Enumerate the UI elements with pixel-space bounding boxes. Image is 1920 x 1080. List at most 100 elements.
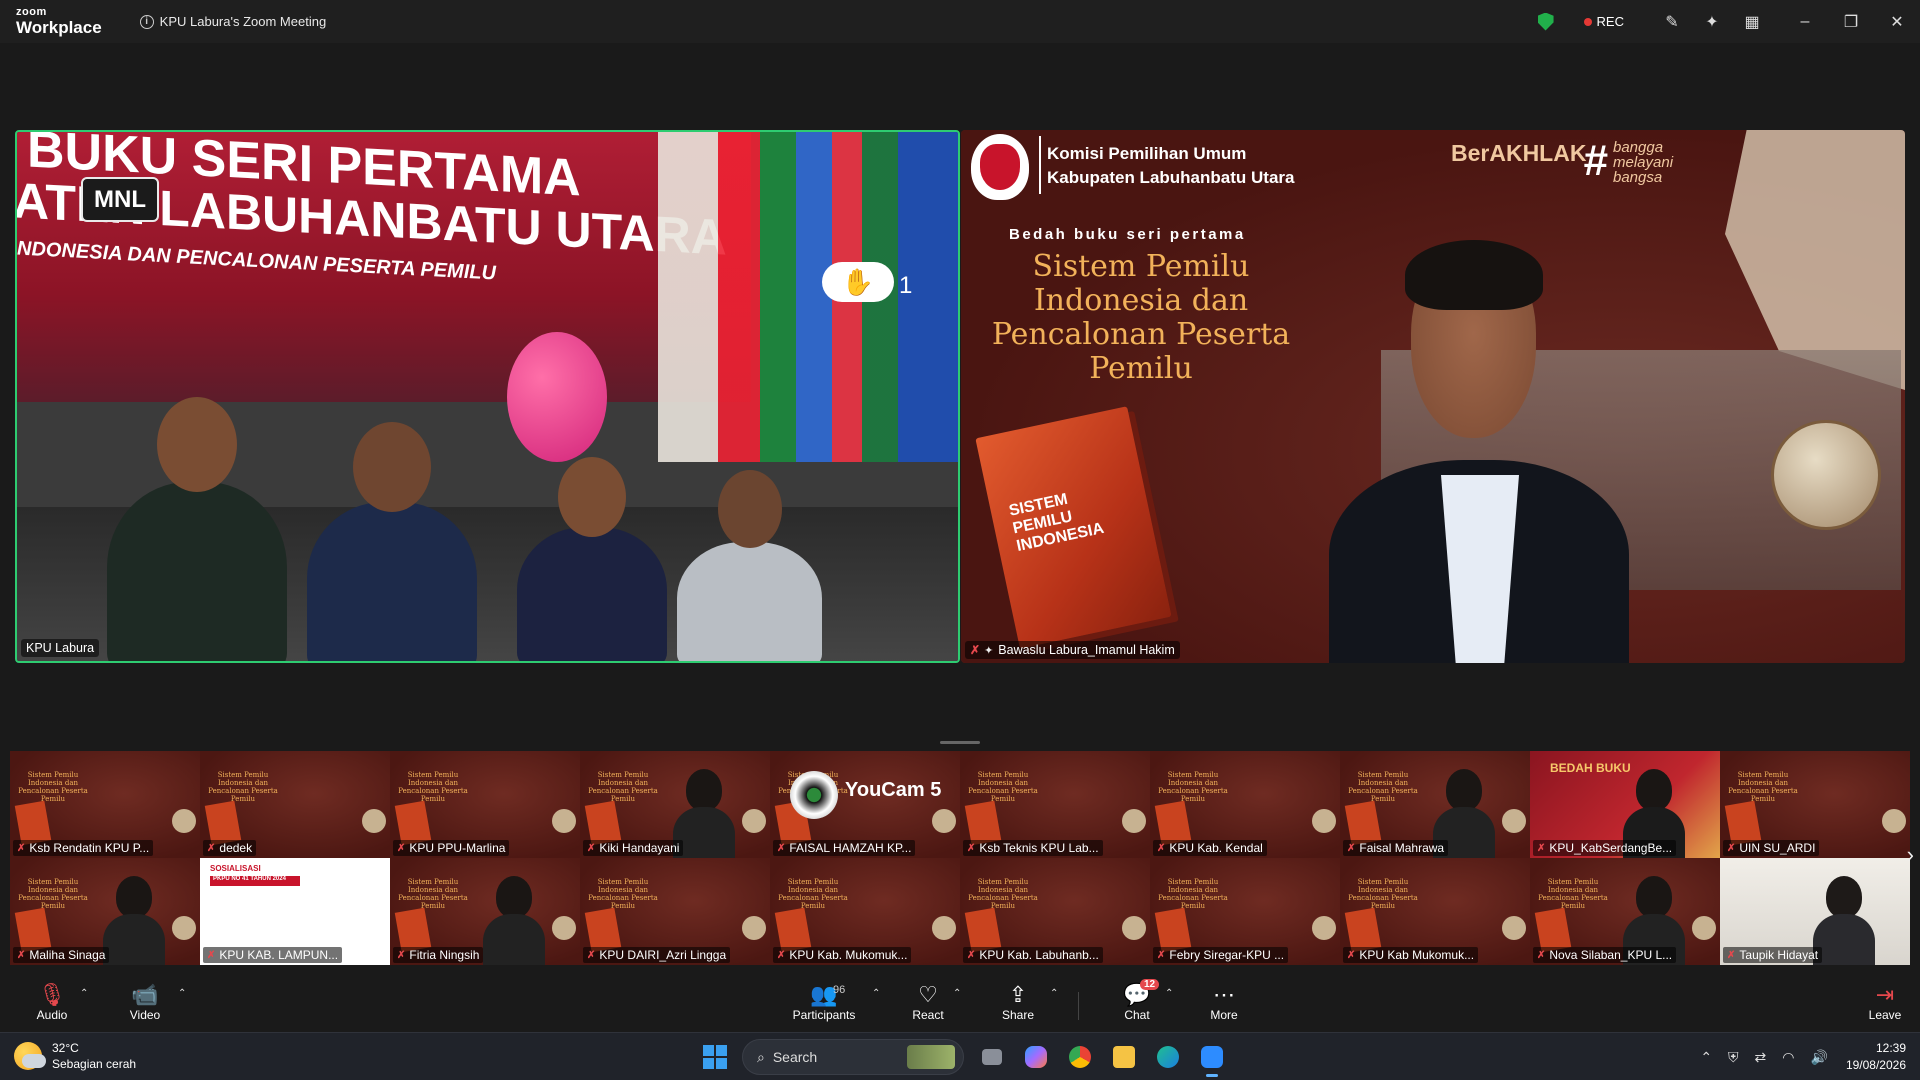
clock[interactable]: 12:39 19/08/2026 bbox=[1846, 1040, 1906, 1074]
gallery-tile[interactable]: Sistem Pemilu Indonesia dan Pencalonan P… bbox=[1340, 858, 1530, 965]
mini-book-image bbox=[394, 800, 432, 846]
audio-button[interactable]: 🎙 Audio bbox=[17, 982, 87, 1022]
share-button[interactable]: ⇪ Share bbox=[983, 982, 1053, 1022]
task-view-icon[interactable] bbox=[970, 1039, 1014, 1075]
gallery-tile[interactable]: Sistem Pemilu Indonesia dan Pencalonan P… bbox=[10, 858, 200, 965]
gallery-tile[interactable]: Sistem Pemilu Indonesia dan Pencalonan P… bbox=[1340, 751, 1530, 858]
gallery-tile[interactable]: Sistem Pemilu Indonesia dan Pencalonan P… bbox=[580, 751, 770, 858]
weather-widget[interactable]: 32°C Sebagian cerah bbox=[14, 1040, 136, 1072]
search-highlight-image bbox=[907, 1045, 955, 1069]
gallery-tile[interactable]: Sistem Pemilu Indonesia dan Pencalonan P… bbox=[390, 751, 580, 858]
edge-icon[interactable] bbox=[1146, 1039, 1190, 1075]
restore-icon[interactable]: ❐ bbox=[1828, 12, 1874, 32]
mic-muted-icon: ✗ bbox=[17, 949, 26, 961]
share-caret-icon[interactable]: ⌃ bbox=[1050, 988, 1058, 999]
gallery-tile[interactable]: Sistem Pemilu Indonesia dan Pencalonan P… bbox=[770, 751, 960, 858]
mic-muted-icon: ✗ bbox=[1537, 949, 1546, 961]
chat-label: Chat bbox=[1124, 1008, 1150, 1022]
wifi-icon[interactable]: ◠ bbox=[1782, 1049, 1794, 1066]
view-grid-icon[interactable]: ▦ bbox=[1732, 12, 1772, 32]
mini-globe-image bbox=[1502, 916, 1526, 940]
video-tile-bawaslu-labura[interactable]: Komisi Pemilihan Umum Kabupaten Labuhanb… bbox=[961, 130, 1905, 663]
participant-name-tag: ✗ ✦ Bawaslu Labura_Imamul Hakim bbox=[965, 641, 1180, 659]
participants-caret-icon[interactable]: ⌃ bbox=[872, 988, 880, 999]
video-tile-kpu-labura[interactable]: BUKU SERI PERTAMA ATEN LABUHANBATU UTARA… bbox=[15, 130, 960, 663]
info-icon[interactable]: i bbox=[139, 14, 154, 29]
gallery-next-page-icon[interactable]: › bbox=[1907, 842, 1914, 868]
antivirus-icon[interactable]: ⛨ bbox=[1728, 1049, 1739, 1066]
mic-muted-icon: ✗ bbox=[1727, 842, 1736, 854]
mic-muted-icon: ✗ bbox=[1537, 842, 1546, 854]
gallery-tile[interactable]: Sistem Pemilu Indonesia dan Pencalonan P… bbox=[200, 751, 390, 858]
encryption-shield-icon[interactable] bbox=[1537, 12, 1554, 31]
file-explorer-icon[interactable] bbox=[1102, 1039, 1146, 1075]
speaker-hair bbox=[1405, 240, 1543, 310]
gallery-tile[interactable]: Sistem Pemilu Indonesia dan Pencalonan P… bbox=[1150, 858, 1340, 965]
participant-name: KPU Kab. Labuhanb... bbox=[979, 948, 1099, 962]
participant-gallery: Sistem Pemilu Indonesia dan Pencalonan P… bbox=[10, 751, 1910, 965]
gallery-tile[interactable]: Sistem Pemilu Indonesia dan Pencalonan P… bbox=[390, 858, 580, 965]
gallery-tile[interactable]: Sistem Pemilu Indonesia dan Pencalonan P… bbox=[960, 751, 1150, 858]
pkpu-label: PKPU NO 41 TAHUN 2024 bbox=[210, 876, 300, 886]
windows-start-icon[interactable] bbox=[703, 1045, 727, 1069]
slide-title: Sistem Pemilu Indonesia dan Pencalonan P… bbox=[991, 249, 1291, 386]
title-bar-controls: REC ✎ ✦ ▦ – ❐ ✕ bbox=[1537, 0, 1920, 43]
video-options-caret-icon[interactable]: ⌃ bbox=[178, 988, 186, 999]
mini-globe-image bbox=[1312, 809, 1336, 833]
gallery-tile[interactable]: Sistem Pemilu Indonesia dan Pencalonan P… bbox=[1530, 858, 1720, 965]
video-button[interactable]: 📹 Video bbox=[110, 982, 180, 1022]
participant-name: Maliha Sinaga bbox=[29, 948, 106, 962]
audio-options-caret-icon[interactable]: ⌃ bbox=[80, 988, 88, 999]
mini-globe-image bbox=[552, 916, 576, 940]
close-icon[interactable]: ✕ bbox=[1874, 12, 1920, 32]
gallery-tile[interactable]: BEDAH BUKU ✗ KPU_KabSerdangBe... bbox=[1530, 751, 1720, 858]
chat-button[interactable]: 💬 12 Chat bbox=[1102, 979, 1172, 1022]
chevron-up-icon[interactable]: ⌃ bbox=[1700, 1049, 1712, 1066]
gallery-tile[interactable]: ✗ Taupik Hidayat bbox=[1720, 858, 1910, 965]
network-status-icon[interactable]: ⇄ bbox=[1755, 1049, 1767, 1066]
react-caret-icon[interactable]: ⌃ bbox=[953, 988, 961, 999]
minimize-icon[interactable]: – bbox=[1782, 13, 1828, 31]
gallery-tile[interactable]: Sistem Pemilu Indonesia dan Pencalonan P… bbox=[580, 858, 770, 965]
participant-name-tag: ✗ KPU Kab. Kendal bbox=[1153, 840, 1267, 856]
chrome-icon[interactable] bbox=[1058, 1039, 1102, 1075]
annotate-icon[interactable]: ✎ bbox=[1652, 12, 1692, 32]
clock-date: 19/08/2026 bbox=[1845, 1058, 1906, 1072]
mic-muted-icon: ✗ bbox=[777, 842, 786, 854]
weather-desc: Sebagian cerah bbox=[52, 1057, 137, 1071]
meeting-info[interactable]: i KPU Labura's Zoom Meeting bbox=[139, 14, 326, 29]
gallery-tile[interactable]: Sistem Pemilu Indonesia dan Pencalonan P… bbox=[10, 751, 200, 858]
gallery-tile[interactable]: SOSIALISASI PKPU NO 41 TAHUN 2024 ✗ KPU KAB… bbox=[200, 858, 390, 965]
participant-name-tag: ✗ UIN SU_ARDI bbox=[1723, 840, 1820, 856]
mic-muted-icon: ✗ bbox=[587, 842, 596, 854]
mini-globe-image bbox=[1122, 916, 1146, 940]
gallery-tile[interactable]: Sistem Pemilu Indonesia dan Pencalonan P… bbox=[1150, 751, 1340, 858]
youcam-label: YouCam 5 bbox=[845, 779, 942, 801]
partly-sunny-icon bbox=[14, 1042, 46, 1070]
copilot-icon[interactable] bbox=[1014, 1039, 1058, 1075]
mini-book-image bbox=[774, 907, 812, 953]
gallery-tile[interactable]: Sistem Pemilu Indonesia dan Pencalonan P… bbox=[770, 858, 960, 965]
meeting-controls: 🎙 Audio ⌃ 📹 Video ⌃ 👥 96 Participants ⌃ … bbox=[0, 970, 1920, 1032]
pin-icon: ✦ bbox=[984, 644, 994, 657]
mini-book-image bbox=[964, 907, 1002, 953]
mini-book-image bbox=[1154, 907, 1192, 953]
taskbar-search[interactable]: ⌕ Search bbox=[742, 1039, 964, 1075]
zoom-app-icon[interactable] bbox=[1190, 1039, 1234, 1077]
recording-indicator[interactable]: REC bbox=[1583, 14, 1624, 29]
participants-button[interactable]: 👥 96 Participants bbox=[789, 982, 859, 1022]
mini-globe-image bbox=[742, 916, 766, 940]
mini-slide-title: Sistem Pemilu Indonesia dan Pencalonan P… bbox=[1538, 878, 1608, 910]
clock-time: 12:39 bbox=[1875, 1041, 1906, 1055]
gallery-tile[interactable]: Sistem Pemilu Indonesia dan Pencalonan P… bbox=[1720, 751, 1910, 858]
ai-companion-icon[interactable]: ✦ bbox=[1692, 12, 1732, 32]
gallery-resize-handle[interactable] bbox=[940, 741, 980, 744]
more-button[interactable]: ⋯ More bbox=[1189, 982, 1259, 1022]
volume-icon[interactable]: 🔊 bbox=[1811, 1049, 1828, 1066]
gallery-tile[interactable]: Sistem Pemilu Indonesia dan Pencalonan P… bbox=[960, 858, 1150, 965]
mini-slide-title: Sistem Pemilu Indonesia dan Pencalonan P… bbox=[1348, 878, 1418, 910]
participant-name: KPU_KabSerdangBe... bbox=[1549, 841, 1673, 855]
chat-caret-icon[interactable]: ⌃ bbox=[1165, 988, 1173, 999]
panelist-2 bbox=[307, 422, 477, 661]
leave-button[interactable]: ⇥ Leave bbox=[1860, 982, 1910, 1022]
